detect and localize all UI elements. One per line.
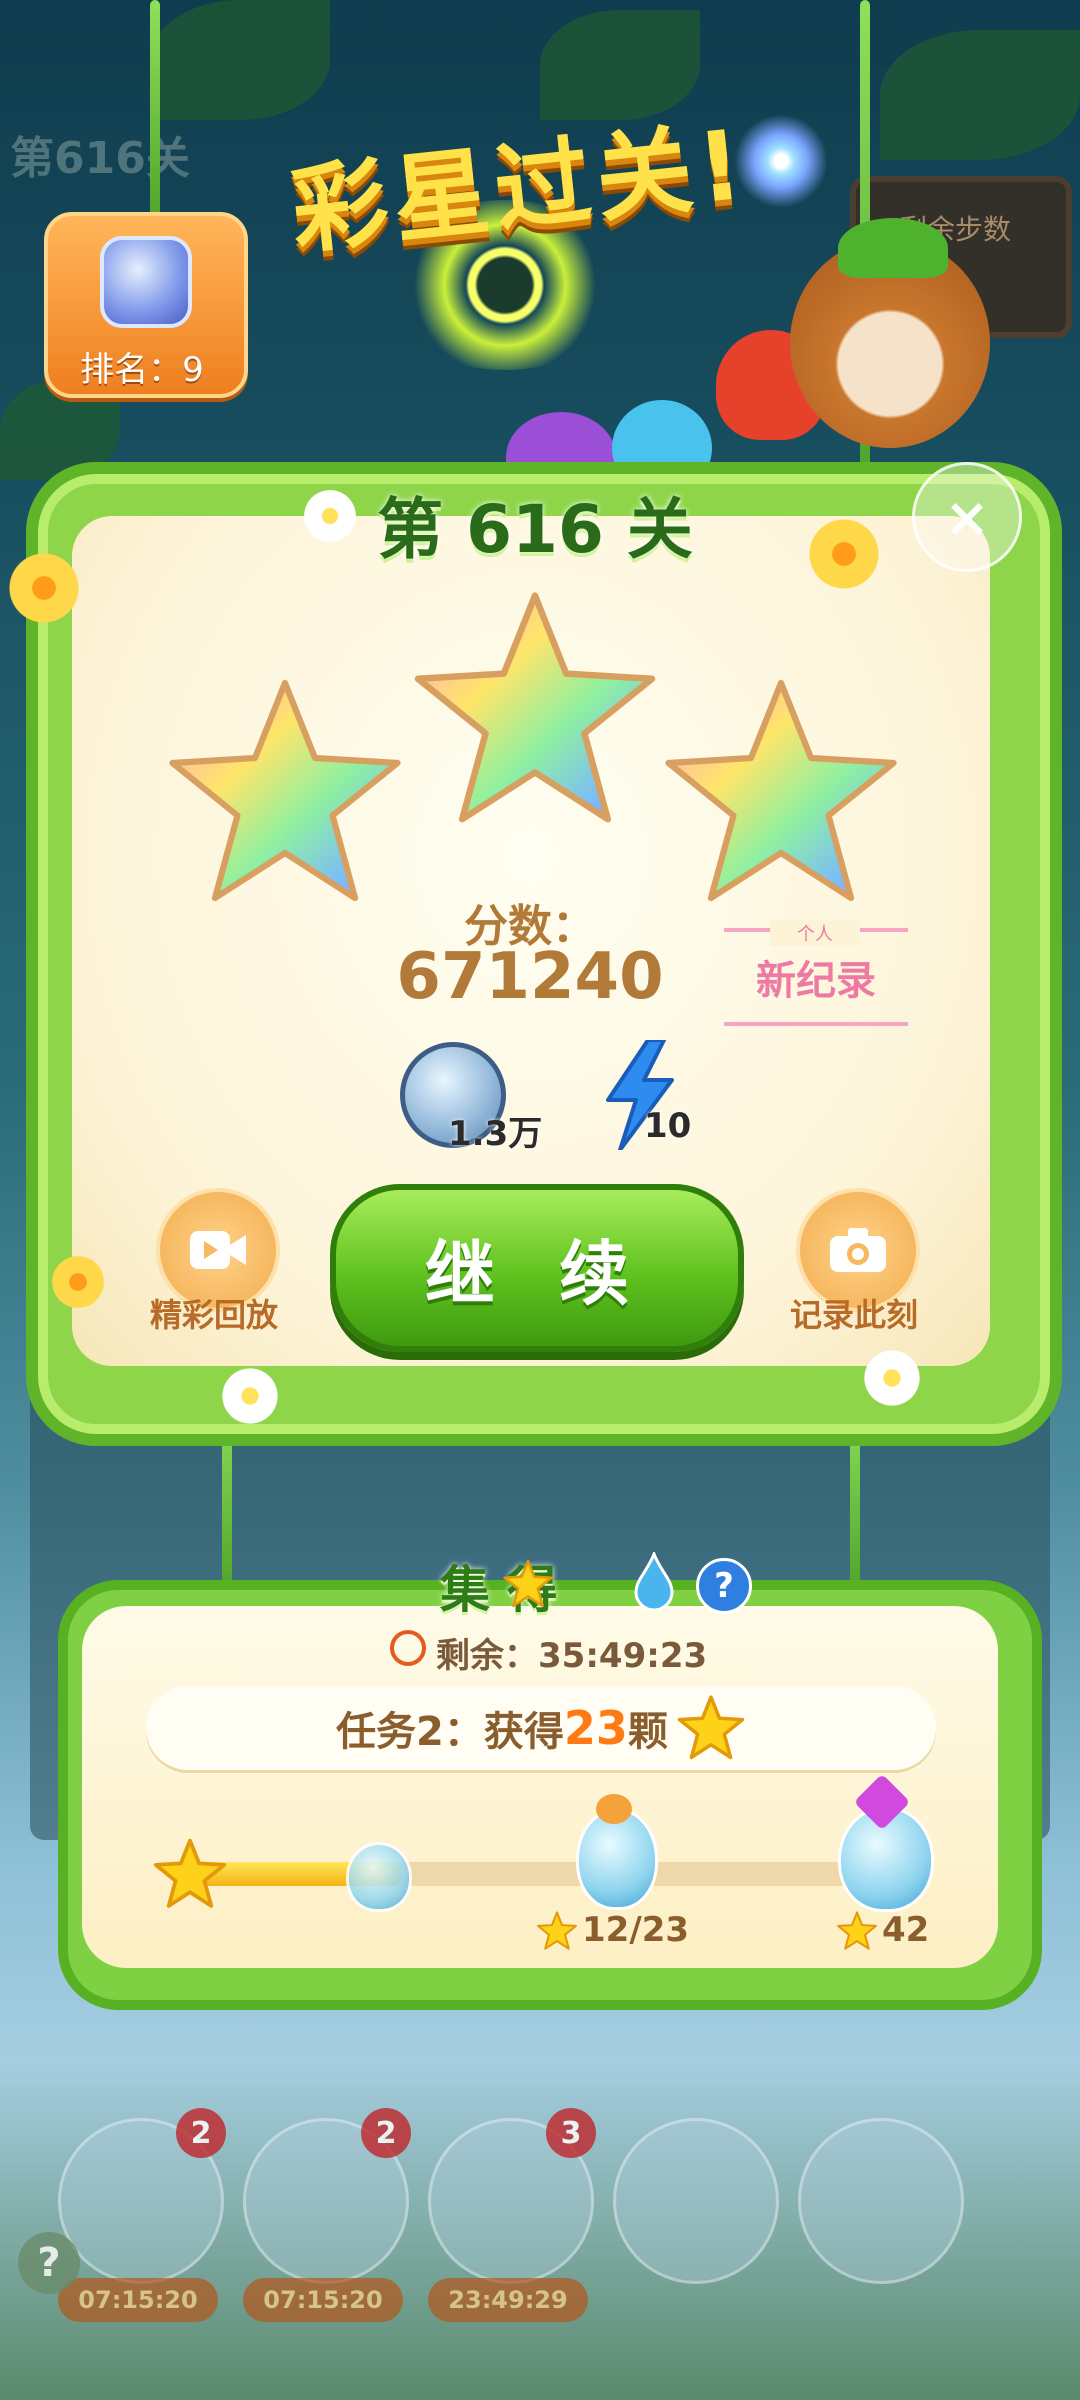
rainbow-star-icon <box>665 679 897 902</box>
event-remaining-time: 剩余：35:49:23 <box>436 1636 708 1676</box>
booster-slot[interactable] <box>798 2118 964 2284</box>
booster-count-badge: 2 <box>361 2108 411 2158</box>
replay-label: 精彩回放 <box>149 1296 278 1334</box>
rainbow-star-icon <box>169 679 401 902</box>
booster-timer: 07:15:20 <box>58 2278 218 2322</box>
camera-icon <box>830 1228 886 1272</box>
hanging-vine <box>150 0 160 220</box>
coin-reward-value: 1.3万 <box>448 1114 543 1154</box>
score-value: 671240 <box>396 940 664 1014</box>
help-button[interactable]: ? <box>18 2232 80 2294</box>
booster-count-badge: 3 <box>546 2108 596 2158</box>
water-drop-icon <box>634 1552 674 1610</box>
booster-slot[interactable] <box>613 2118 779 2284</box>
lightning-reward-value: 10 <box>644 1106 692 1146</box>
new-record-caption: 个人 <box>770 920 860 946</box>
booster-count-badge: 2 <box>176 2108 226 2158</box>
flower-decoration <box>48 1252 108 1312</box>
gold-star-icon <box>677 1695 745 1760</box>
gold-star-icon <box>537 1911 577 1950</box>
task-count: 23 <box>563 1701 628 1755</box>
snapshot-label: 记录此刻 <box>789 1296 918 1334</box>
close-button[interactable]: × <box>912 462 1022 572</box>
booster-timer: 07:15:20 <box>243 2278 403 2322</box>
flower-decoration <box>860 1346 924 1410</box>
task-prefix: 任务2：获得 <box>336 1709 564 1755</box>
rank-label: 排名：9 <box>80 350 204 390</box>
task-suffix: 颗 <box>627 1709 668 1755</box>
background-leaf <box>150 0 330 120</box>
flower-decoration <box>218 1364 282 1428</box>
milestone-final-label: 42 <box>882 1910 930 1950</box>
continue-button[interactable]: 继 续 <box>330 1184 744 1352</box>
gold-star-icon <box>837 1911 877 1950</box>
rainbow-star-icon <box>414 592 656 823</box>
progress-start-star-icon <box>153 1838 227 1908</box>
milestone-progress-label: 12/23 <box>582 1910 690 1950</box>
bottle-cork <box>596 1794 632 1824</box>
reward-bottle-icon[interactable] <box>346 1842 412 1912</box>
video-camera-icon <box>190 1231 246 1269</box>
background-leaf <box>880 30 1080 160</box>
event-task: 任务2：获得 23 颗 <box>146 1686 936 1770</box>
flower-decoration <box>804 514 884 594</box>
event-help-button[interactable]: ? <box>696 1558 752 1614</box>
raccoon-hat <box>838 218 948 278</box>
gold-star-icon <box>503 1559 553 1608</box>
level-cleared-banner: 彩星过关! <box>286 108 754 268</box>
flower-decoration <box>4 548 84 628</box>
background-level-title: 第616关 <box>10 133 190 184</box>
level-title: 第 616 关 <box>377 491 693 568</box>
timer-icon <box>390 1630 426 1666</box>
booster-timer: 23:49:29 <box>428 2278 588 2322</box>
rank-badge-icon <box>100 236 192 328</box>
